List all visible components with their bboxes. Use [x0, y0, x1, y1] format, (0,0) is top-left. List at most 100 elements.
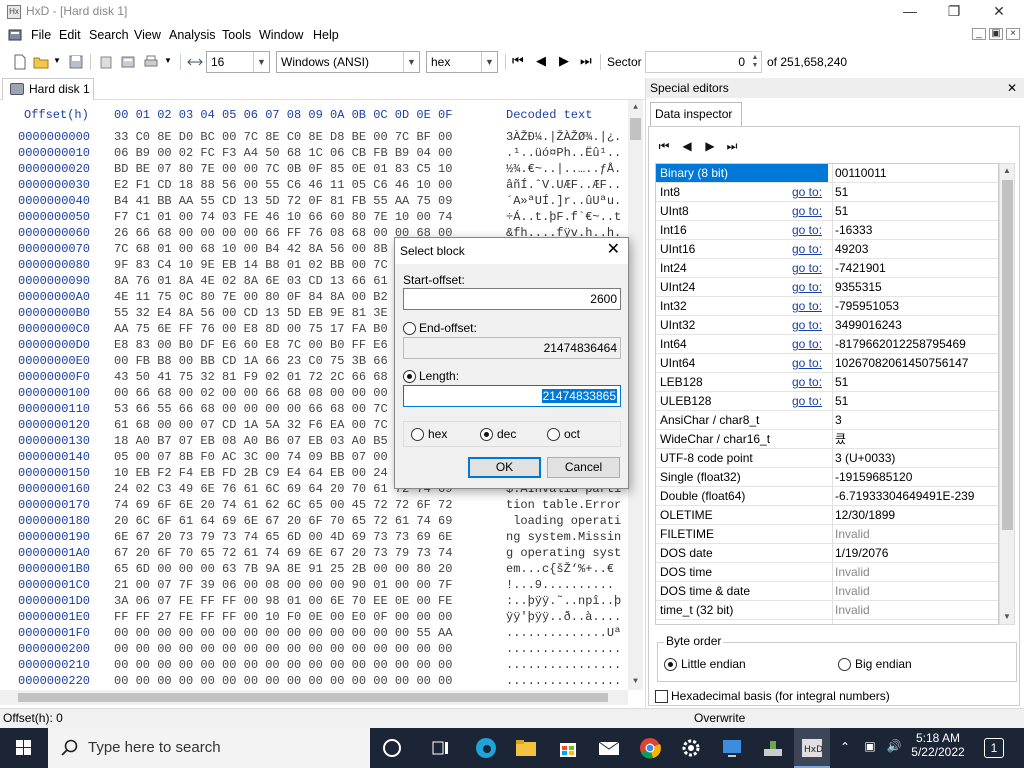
inspector-row[interactable]: Binary (8 bit) 00110011 — [656, 164, 998, 183]
inspector-row[interactable]: Int16 go to: -16333 — [656, 221, 998, 240]
sector-spin-icon[interactable]: ▲ ▼ — [750, 54, 760, 70]
minimize-button[interactable]: — — [887, 0, 933, 24]
goto-link[interactable]: go to: — [792, 221, 822, 239]
menu-tools[interactable]: Tools — [222, 28, 251, 42]
row-bytes[interactable]: 00 00 00 00 00 00 00 00 00 00 00 00 00 0… — [114, 626, 452, 640]
inspector-value[interactable]: 1/19/2076 — [832, 544, 998, 562]
inspector-row[interactable]: time_t (32 bit) Invalid — [656, 601, 998, 620]
inspector-value[interactable]: -8179662012258795469 — [832, 335, 998, 353]
row-decoded-text[interactable]: ÿÿ'þÿÿ..ð..à.... — [506, 610, 621, 624]
network-tool-icon[interactable] — [761, 736, 785, 760]
properties-icon[interactable] — [120, 54, 136, 70]
inspector-row[interactable]: WideChar / char16_t 킀 — [656, 430, 998, 449]
tab-hard-disk-1[interactable]: Hard disk 1 — [2, 78, 94, 100]
inspector-value[interactable]: Invalid — [832, 525, 998, 543]
ok-button[interactable]: OK — [468, 457, 541, 478]
goto-link[interactable]: go to: — [792, 354, 822, 372]
hex-horizontal-scrollbar[interactable] — [0, 690, 628, 705]
row-decoded-text[interactable]: tion table.Error — [506, 498, 621, 512]
hex-row[interactable]: 0000000210 00 00 00 00 00 00 00 00 00 00 … — [0, 658, 628, 674]
inspector-row[interactable]: UInt8 go to: 51 — [656, 202, 998, 221]
menu-view[interactable]: View — [134, 28, 161, 42]
inspector-value[interactable]: 3 — [832, 411, 998, 429]
hex-row[interactable]: 00000001B0 65 6D 00 00 00 63 7B 9A 8E 91 … — [0, 562, 628, 578]
windows-start-icon[interactable] — [0, 728, 48, 768]
hex-basis-checkbox[interactable] — [655, 690, 668, 703]
row-decoded-text[interactable]: g operating syst — [506, 546, 621, 560]
hex-row[interactable]: 00000001C0 21 00 07 7F 39 06 00 08 00 00 … — [0, 578, 628, 594]
row-bytes[interactable]: 6E 67 20 73 79 73 74 65 6D 00 4D 69 73 7… — [114, 530, 452, 544]
new-file-icon[interactable] — [12, 54, 28, 70]
end-offset-input[interactable]: 21474836464 — [403, 337, 621, 359]
row-bytes[interactable]: 00 00 00 00 00 00 00 00 00 00 00 00 00 0… — [114, 642, 452, 656]
next-icon[interactable]: ▶ — [701, 137, 719, 155]
settings-gear-icon[interactable] — [679, 736, 703, 760]
mdi-restore-button[interactable]: ▣ — [989, 28, 1003, 40]
inspector-row[interactable]: OLETIME 12/30/1899 — [656, 506, 998, 525]
menu-search[interactable]: Search — [89, 28, 129, 42]
scroll-thumb[interactable] — [18, 693, 608, 702]
inspector-row[interactable]: Int64 go to: -8179662012258795469 — [656, 335, 998, 354]
scroll-thumb[interactable] — [1002, 180, 1013, 530]
taskbar-search-box[interactable]: Type here to search — [48, 728, 370, 768]
goto-link[interactable]: go to: — [792, 259, 822, 277]
inspector-value[interactable]: 9355315 — [832, 278, 998, 296]
sector-input[interactable]: 0 ▲ ▼ — [645, 51, 762, 73]
inspector-value[interactable]: 49203 — [832, 240, 998, 258]
inspector-value[interactable]: 킀 — [832, 430, 998, 448]
print-icon[interactable] — [143, 54, 159, 70]
inspector-row[interactable]: Single (float32) -19159685120 — [656, 468, 998, 487]
end-offset-radio[interactable] — [403, 322, 416, 335]
inspector-value[interactable]: Invalid — [832, 582, 998, 600]
inspector-value[interactable]: -16333 — [832, 221, 998, 239]
inspector-row[interactable]: UInt24 go to: 9355315 — [656, 278, 998, 297]
close-icon[interactable]: ✕ — [607, 238, 620, 262]
scroll-down-icon[interactable]: ▼ — [628, 674, 643, 690]
inspector-value[interactable]: -795951053 — [832, 297, 998, 315]
hex-row[interactable]: 0000000200 00 00 00 00 00 00 00 00 00 00 … — [0, 642, 628, 658]
inspector-value[interactable]: 12/30/1899 — [832, 506, 998, 524]
inspector-row[interactable]: FILETIME Invalid — [656, 525, 998, 544]
base-hex-radio[interactable] — [411, 428, 424, 441]
row-bytes[interactable]: 65 6D 00 00 00 63 7B 9A 8E 91 25 2B 00 0… — [114, 562, 452, 576]
row-bytes[interactable]: 20 6C 6F 61 64 69 6E 67 20 6F 70 65 72 6… — [114, 514, 452, 528]
row-decoded-text[interactable]: ................ — [506, 642, 621, 656]
row-bytes[interactable]: B4 41 BB AA 55 CD 13 5D 72 0F 81 FB 55 A… — [114, 194, 452, 208]
goto-link[interactable]: go to: — [792, 278, 822, 296]
remote-desktop-icon[interactable] — [720, 736, 744, 760]
goto-link[interactable]: go to: — [792, 373, 822, 391]
save-icon[interactable] — [68, 54, 84, 70]
volume-icon[interactable]: 🔊 — [884, 739, 904, 753]
hex-row[interactable]: 0000000010 06 B9 00 02 FC F3 A4 50 68 1C … — [0, 146, 628, 162]
row-decoded-text[interactable]: âñÍ.ˆV.UÆF..ÆF.. — [506, 178, 621, 192]
base-oct-radio[interactable] — [547, 428, 560, 441]
bytes-per-row-select[interactable]: 16 ▼ — [206, 51, 270, 73]
previous-icon[interactable]: ◀ — [678, 137, 696, 155]
hex-row[interactable]: 00000001F0 00 00 00 00 00 00 00 00 00 00 … — [0, 626, 628, 642]
row-decoded-text[interactable]: .¹..üó¤Ph..Ëû¹.. — [506, 146, 621, 160]
display-mode-select[interactable]: hex ▼ — [426, 51, 498, 73]
last-icon[interactable]: ⏭ — [723, 137, 741, 155]
inspector-row[interactable]: DOS time & date Invalid — [656, 582, 998, 601]
menu-window[interactable]: Window — [259, 28, 303, 42]
inspector-value[interactable]: 51 — [832, 183, 998, 201]
menu-analysis[interactable]: Analysis — [169, 28, 216, 42]
hex-row[interactable]: 0000000000 33 C0 8E D0 BC 00 7C 8E C0 8E … — [0, 130, 628, 146]
hex-row[interactable]: 0000000050 F7 C1 01 00 74 03 FE 46 10 66 … — [0, 210, 628, 226]
hex-row[interactable]: 0000000180 20 6C 6F 61 64 69 6E 67 20 6F … — [0, 514, 628, 530]
inspector-row[interactable]: UInt32 go to: 3499016243 — [656, 316, 998, 335]
microsoft-store-icon[interactable] — [556, 736, 580, 760]
goto-link[interactable]: go to: — [792, 392, 822, 410]
row-decoded-text[interactable]: loading operati — [506, 514, 621, 528]
close-button[interactable]: ✕ — [976, 0, 1022, 24]
hex-row[interactable]: 0000000030 E2 F1 CD 18 88 56 00 55 C6 46 … — [0, 178, 628, 194]
chrome-browser-icon[interactable] — [638, 736, 662, 760]
row-decoded-text[interactable]: 3ÀŽÐ¼.|ŽÀŽØ¾.|¿. — [506, 130, 621, 144]
edge-browser-icon[interactable] — [474, 736, 498, 760]
row-decoded-text[interactable]: ½¾.€~..|..…..ƒÅ. — [506, 162, 621, 176]
menu-edit[interactable]: Edit — [59, 28, 81, 42]
inspector-value[interactable]: 3499016243 — [832, 316, 998, 334]
inspector-row[interactable]: Int24 go to: -7421901 — [656, 259, 998, 278]
maximize-button[interactable]: ❐ — [931, 0, 977, 24]
cancel-button[interactable]: Cancel — [547, 457, 620, 478]
